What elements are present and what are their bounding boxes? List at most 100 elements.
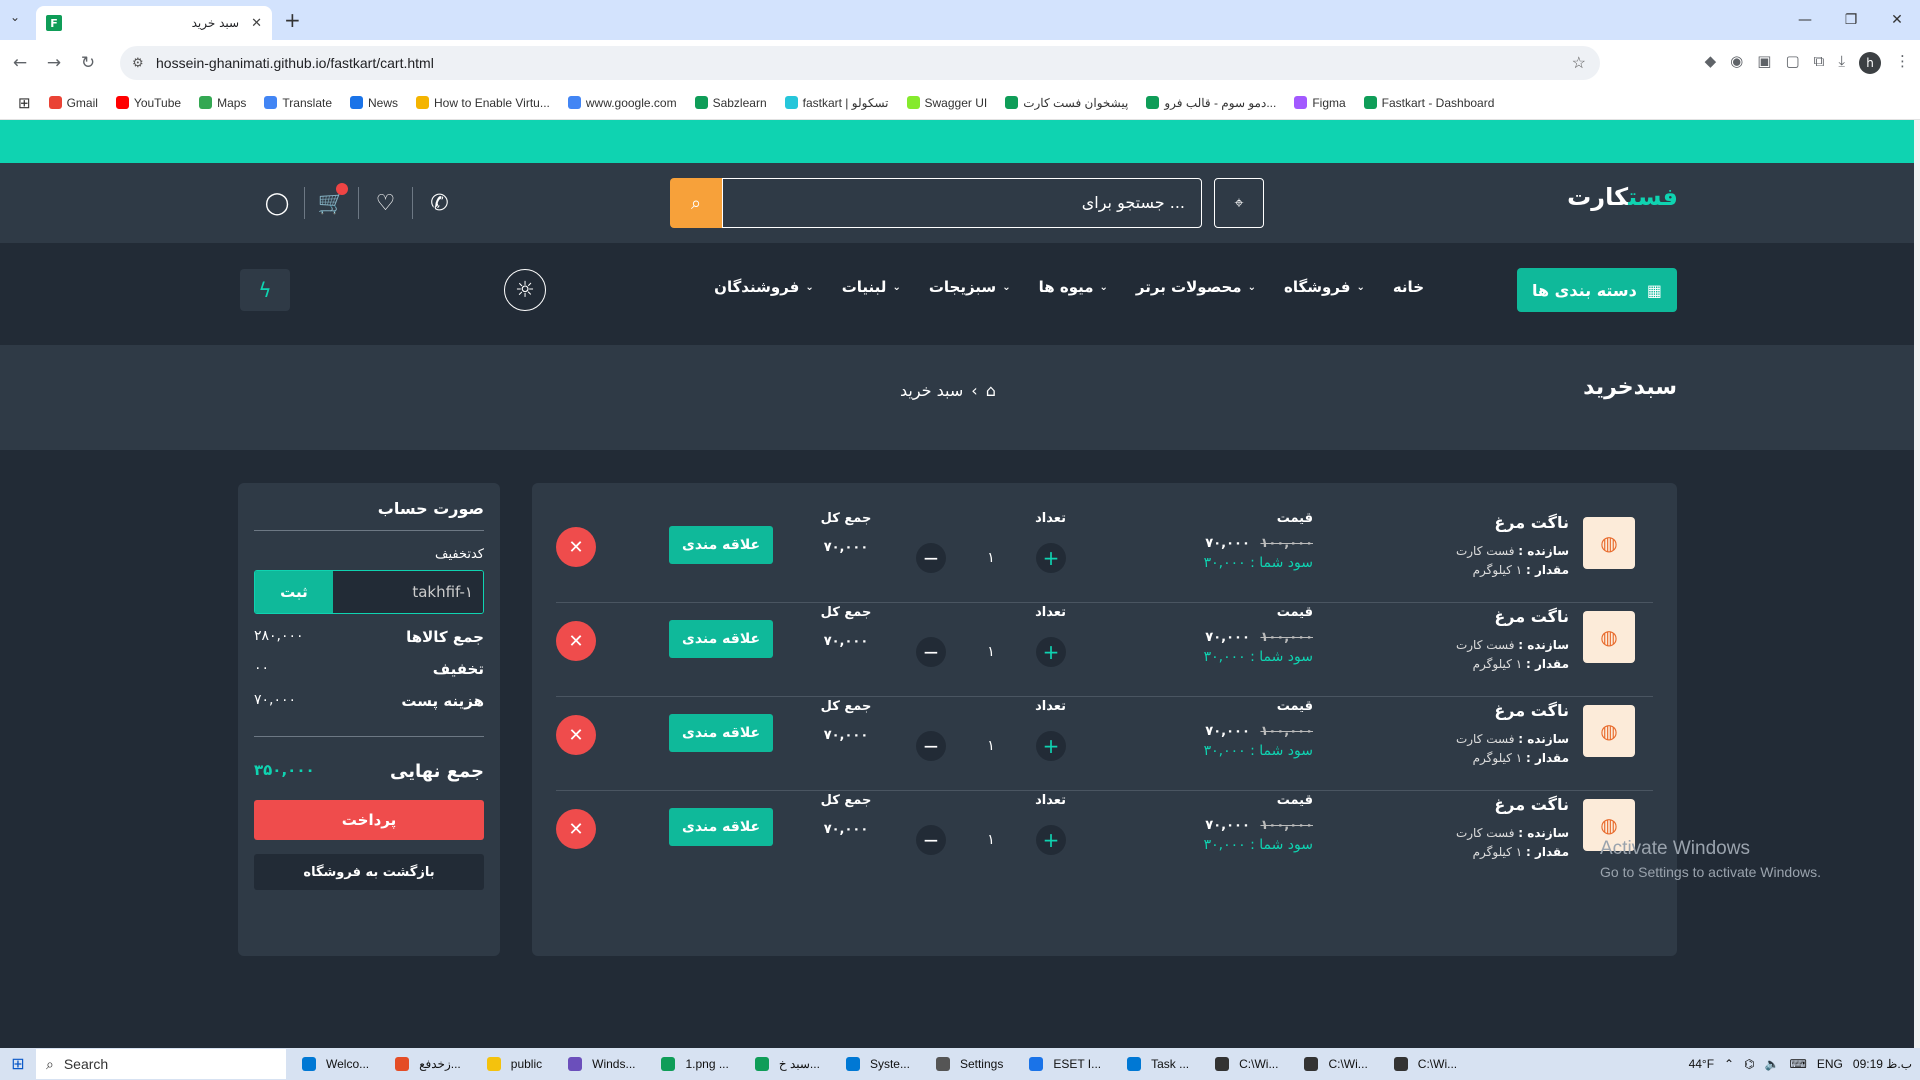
- qty-value[interactable]: ۱: [987, 832, 995, 848]
- favorite-button[interactable]: علاقه مندی: [669, 526, 773, 564]
- taskbar-app[interactable]: سبد خ...: [749, 1057, 832, 1071]
- product-name[interactable]: ناگت مرغ: [1494, 795, 1569, 814]
- apps-grid-icon[interactable]: ⊞: [18, 94, 31, 112]
- taskbar-app[interactable]: C:\Wi...: [1388, 1057, 1469, 1071]
- taskbar-app[interactable]: C:\Wi...: [1298, 1057, 1379, 1071]
- site-info-icon[interactable]: ⚙: [132, 55, 144, 71]
- close-window-icon[interactable]: ✕: [1874, 0, 1920, 40]
- address-bar[interactable]: ⚙ hossein-ghanimati.github.io/fastkart/c…: [120, 46, 1600, 80]
- extension-icon[interactable]: ▢: [1785, 52, 1799, 74]
- chevron-up-icon[interactable]: ⌃: [1724, 1057, 1734, 1071]
- taskbar-app[interactable]: Settings: [930, 1057, 1015, 1071]
- bookmark-item[interactable]: Gmail: [48, 96, 98, 110]
- qty-value[interactable]: ۱: [987, 644, 995, 660]
- site-logo[interactable]: فستکارت: [1567, 183, 1678, 211]
- search-input[interactable]: جستجو برای ...: [722, 178, 1202, 228]
- minus-icon[interactable]: −: [916, 731, 946, 761]
- clock[interactable]: 09:19 ب.ظ: [1853, 1057, 1912, 1071]
- download-icon[interactable]: ⤓: [1838, 52, 1845, 74]
- phone-icon[interactable]: ✆: [412, 187, 466, 219]
- favorite-button[interactable]: علاقه مندی: [669, 714, 773, 752]
- plus-icon[interactable]: +: [1036, 543, 1066, 573]
- scrollbar[interactable]: [1914, 120, 1920, 1048]
- restore-icon[interactable]: ❐: [1828, 0, 1874, 40]
- nav-item[interactable]: خانه: [1393, 278, 1424, 296]
- network-icon[interactable]: ⌬: [1744, 1057, 1754, 1071]
- nav-item[interactable]: سبزیجات ⌄: [929, 278, 1011, 296]
- minus-icon[interactable]: −: [916, 825, 946, 855]
- categories-button[interactable]: دسته بندی ها ▦: [1517, 268, 1677, 312]
- product-name[interactable]: ناگت مرغ: [1494, 513, 1569, 532]
- back-to-shop-button[interactable]: بازگشت به فروشگاه: [254, 854, 484, 890]
- nav-item[interactable]: میوه ها ⌄: [1039, 278, 1108, 296]
- theme-toggle-sun-icon[interactable]: ☼: [504, 269, 546, 311]
- nav-item[interactable]: لبنیات ⌄: [842, 278, 901, 296]
- product-image[interactable]: ◍: [1583, 517, 1635, 569]
- extension-icon[interactable]: ◆: [1705, 52, 1717, 74]
- tab-list-chevron-icon[interactable]: ⌄: [10, 10, 20, 24]
- bookmark-item[interactable]: News: [350, 96, 398, 110]
- bookmark-item[interactable]: Figma: [1294, 96, 1346, 110]
- close-tab-icon[interactable]: ✕: [251, 16, 262, 31]
- bookmark-star-icon[interactable]: ☆: [1572, 53, 1586, 73]
- bookmark-item[interactable]: Translate: [264, 96, 332, 110]
- extension-icon[interactable]: ◉: [1730, 52, 1743, 74]
- extension-icon[interactable]: ▣: [1757, 52, 1771, 74]
- search-button[interactable]: ⌕: [670, 178, 722, 228]
- location-button[interactable]: ⌖: [1214, 178, 1264, 228]
- product-image[interactable]: ◍: [1583, 705, 1635, 757]
- apply-code-button[interactable]: ثبت: [255, 571, 333, 613]
- bookmark-item[interactable]: Sabzlearn: [694, 96, 767, 110]
- new-tab-icon[interactable]: +: [284, 8, 301, 32]
- language-indicator[interactable]: ENG: [1817, 1057, 1843, 1071]
- pay-button[interactable]: پرداخت: [254, 800, 484, 840]
- plus-icon[interactable]: +: [1036, 731, 1066, 761]
- product-name[interactable]: ناگت مرغ: [1494, 607, 1569, 626]
- nav-item[interactable]: محصولات برتر ⌄: [1136, 278, 1256, 296]
- bookmark-item[interactable]: پیشخوان فست کارت: [1005, 96, 1128, 110]
- taskbar-app[interactable]: زخدفع...: [389, 1057, 473, 1071]
- taskbar-app[interactable]: Syste...: [840, 1057, 922, 1071]
- qty-value[interactable]: ۱: [987, 550, 995, 566]
- favorite-button[interactable]: علاقه مندی: [669, 808, 773, 846]
- remove-item-button[interactable]: ✕: [556, 715, 596, 755]
- bookmark-item[interactable]: Maps: [199, 96, 246, 110]
- taskbar-app[interactable]: C:\Wi...: [1209, 1057, 1290, 1071]
- bookmark-item[interactable]: How to Enable Virtu...: [416, 96, 550, 110]
- remove-item-button[interactable]: ✕: [556, 527, 596, 567]
- product-name[interactable]: ناگت مرغ: [1494, 701, 1569, 720]
- forward-icon[interactable]: →: [40, 53, 68, 73]
- heart-icon[interactable]: ♡: [358, 187, 412, 219]
- reload-icon[interactable]: ↻: [74, 53, 102, 73]
- bookmark-item[interactable]: fastkart | تسکولو: [784, 96, 889, 110]
- nav-item[interactable]: فروشگاه ⌄: [1284, 278, 1365, 296]
- menu-kebab-icon[interactable]: ⋮: [1895, 52, 1910, 74]
- taskbar-search[interactable]: ⌕ Search: [36, 1049, 286, 1079]
- bookmark-item[interactable]: دمو سوم - قالب فرو...: [1146, 96, 1276, 110]
- remove-item-button[interactable]: ✕: [556, 621, 596, 661]
- bookmark-item[interactable]: Fastkart - Dashboard: [1363, 96, 1494, 110]
- cart-icon[interactable]: 🛒: [304, 183, 358, 219]
- discount-code-input[interactable]: takhfif-۱: [333, 571, 483, 613]
- taskbar-app[interactable]: Task ...: [1121, 1057, 1201, 1071]
- bookmark-item[interactable]: YouTube: [115, 96, 181, 110]
- taskbar-app[interactable]: 1.png ...: [655, 1057, 740, 1071]
- plus-icon[interactable]: +: [1036, 637, 1066, 667]
- user-icon[interactable]: ◯: [250, 187, 304, 219]
- bolt-icon[interactable]: ϟ: [240, 269, 290, 311]
- back-icon[interactable]: ←: [6, 53, 34, 73]
- windows-start-icon[interactable]: ⊞: [0, 1054, 36, 1074]
- favorite-button[interactable]: علاقه مندی: [669, 620, 773, 658]
- plus-icon[interactable]: +: [1036, 825, 1066, 855]
- browser-tab[interactable]: F سبد خرید ✕: [36, 6, 272, 40]
- bookmark-item[interactable]: www.google.com: [567, 96, 677, 110]
- nav-item[interactable]: فروشندگان ⌄: [714, 278, 814, 296]
- minimize-icon[interactable]: —: [1782, 0, 1828, 40]
- minus-icon[interactable]: −: [916, 543, 946, 573]
- keyboard-icon[interactable]: ⌨: [1790, 1057, 1807, 1071]
- remove-item-button[interactable]: ✕: [556, 809, 596, 849]
- taskbar-app[interactable]: Winds...: [562, 1057, 647, 1071]
- home-icon[interactable]: ⌂: [986, 381, 996, 400]
- bookmark-item[interactable]: Swagger UI: [906, 96, 987, 110]
- minus-icon[interactable]: −: [916, 637, 946, 667]
